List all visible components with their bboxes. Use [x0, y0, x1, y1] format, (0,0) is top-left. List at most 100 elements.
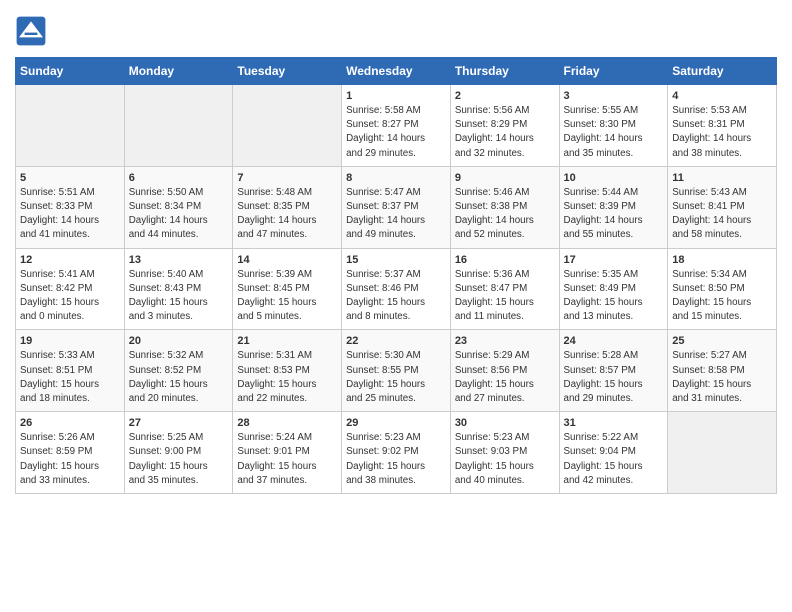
calendar-cell: 29 Sunrise: 5:23 AM Sunset: 9:02 PM Dayli…: [342, 412, 451, 494]
day-info: Sunrise: 5:41 AM Sunset: 8:42 PM Dayligh…: [20, 268, 120, 325]
calendar-cell: 19 Sunrise: 5:33 AM Sunset: 8:51 PM Dayli…: [16, 330, 125, 412]
calendar-week-row: 5 Sunrise: 5:51 AM Sunset: 8:33 PM Daylig…: [16, 166, 777, 248]
day-number: 7: [237, 172, 337, 184]
calendar-cell: [668, 412, 777, 494]
day-info: Sunrise: 5:37 AM Sunset: 8:46 PM Dayligh…: [346, 268, 446, 325]
calendar-cell: 1 Sunrise: 5:58 AM Sunset: 8:27 PM Daylig…: [342, 85, 451, 167]
calendar-cell: 18Sunrise: 5:34 AM Sunset: 8:50 PM Dayli…: [668, 248, 777, 330]
day-info: Sunrise: 5:44 AM Sunset: 8:39 PM Dayligh…: [564, 186, 664, 243]
day-info: Sunrise: 5:29 AM Sunset: 8:56 PM Dayligh…: [455, 349, 555, 406]
day-info: Sunrise: 5:32 AM Sunset: 8:52 PM Dayligh…: [129, 349, 229, 406]
calendar-cell: 2 Sunrise: 5:56 AM Sunset: 8:29 PM Daylig…: [450, 85, 559, 167]
calendar-cell: 10 Sunrise: 5:44 AM Sunset: 8:39 PM Dayli…: [559, 166, 668, 248]
day-number: 17: [564, 254, 664, 266]
day-of-week-header: Sunday: [16, 58, 125, 85]
day-number: 29: [346, 417, 446, 429]
calendar-cell: [233, 85, 342, 167]
day-number: 6: [129, 172, 229, 184]
day-number: 1: [346, 90, 446, 102]
day-info: Sunrise: 5:23 AM Sunset: 9:03 PM Dayligh…: [455, 431, 555, 488]
calendar-table: SundayMondayTuesdayWednesdayThursdayFrid…: [15, 57, 777, 494]
day-info: Sunrise: 5:31 AM Sunset: 8:53 PM Dayligh…: [237, 349, 337, 406]
day-of-week-header: Friday: [559, 58, 668, 85]
day-number: 19: [20, 335, 120, 347]
calendar-cell: 25 Sunrise: 5:27 AM Sunset: 8:58 PM Dayli…: [668, 330, 777, 412]
day-number: 27: [129, 417, 229, 429]
day-number: 2: [455, 90, 555, 102]
day-info: Sunrise: 5:35 AM Sunset: 8:49 PM Dayligh…: [564, 268, 664, 325]
page-header: [15, 15, 777, 47]
day-number: 20: [129, 335, 229, 347]
calendar-cell: 21Sunrise: 5:31 AM Sunset: 8:53 PM Dayli…: [233, 330, 342, 412]
day-number: 18: [672, 254, 772, 266]
calendar-cell: 6 Sunrise: 5:50 AM Sunset: 8:34 PM Daylig…: [124, 166, 233, 248]
day-of-week-header: Tuesday: [233, 58, 342, 85]
day-info: Sunrise: 5:26 AM Sunset: 8:59 PM Dayligh…: [20, 431, 120, 488]
calendar-cell: 14 Sunrise: 5:39 AM Sunset: 8:45 PM Dayli…: [233, 248, 342, 330]
day-number: 26: [20, 417, 120, 429]
day-info: Sunrise: 5:50 AM Sunset: 8:34 PM Dayligh…: [129, 186, 229, 243]
day-info: Sunrise: 5:47 AM Sunset: 8:37 PM Dayligh…: [346, 186, 446, 243]
calendar-cell: 16 Sunrise: 5:36 AM Sunset: 8:47 PM Dayli…: [450, 248, 559, 330]
day-number: 9: [455, 172, 555, 184]
day-info: Sunrise: 5:53 AM Sunset: 8:31 PM Dayligh…: [672, 104, 772, 161]
day-number: 28: [237, 417, 337, 429]
day-info: Sunrise: 5:33 AM Sunset: 8:51 PM Dayligh…: [20, 349, 120, 406]
calendar-cell: 30Sunrise: 5:23 AM Sunset: 9:03 PM Dayli…: [450, 412, 559, 494]
calendar-cell: 12 Sunrise: 5:41 AM Sunset: 8:42 PM Dayli…: [16, 248, 125, 330]
day-of-week-header: Wednesday: [342, 58, 451, 85]
day-number: 11: [672, 172, 772, 184]
calendar-week-row: 12 Sunrise: 5:41 AM Sunset: 8:42 PM Dayli…: [16, 248, 777, 330]
calendar-cell: 22 Sunrise: 5:30 AM Sunset: 8:55 PM Dayli…: [342, 330, 451, 412]
day-info: Sunrise: 5:39 AM Sunset: 8:45 PM Dayligh…: [237, 268, 337, 325]
day-number: 23: [455, 335, 555, 347]
day-number: 12: [20, 254, 120, 266]
day-info: Sunrise: 5:51 AM Sunset: 8:33 PM Dayligh…: [20, 186, 120, 243]
day-info: Sunrise: 5:27 AM Sunset: 8:58 PM Dayligh…: [672, 349, 772, 406]
calendar-cell: 8 Sunrise: 5:47 AM Sunset: 8:37 PM Daylig…: [342, 166, 451, 248]
day-number: 25: [672, 335, 772, 347]
calendar-cell: 4 Sunrise: 5:53 AM Sunset: 8:31 PM Daylig…: [668, 85, 777, 167]
day-info: Sunrise: 5:28 AM Sunset: 8:57 PM Dayligh…: [564, 349, 664, 406]
day-of-week-header: Thursday: [450, 58, 559, 85]
day-info: Sunrise: 5:22 AM Sunset: 9:04 PM Dayligh…: [564, 431, 664, 488]
day-info: Sunrise: 5:56 AM Sunset: 8:29 PM Dayligh…: [455, 104, 555, 161]
calendar-cell: 9 Sunrise: 5:46 AM Sunset: 8:38 PM Daylig…: [450, 166, 559, 248]
calendar-cell: 15 Sunrise: 5:37 AM Sunset: 8:46 PM Dayli…: [342, 248, 451, 330]
calendar-week-row: 26 Sunrise: 5:26 AM Sunset: 8:59 PM Dayli…: [16, 412, 777, 494]
calendar-cell: 11Sunrise: 5:43 AM Sunset: 8:41 PM Dayli…: [668, 166, 777, 248]
day-info: Sunrise: 5:58 AM Sunset: 8:27 PM Dayligh…: [346, 104, 446, 161]
day-of-week-header: Monday: [124, 58, 233, 85]
calendar-cell: 13 Sunrise: 5:40 AM Sunset: 8:43 PM Dayli…: [124, 248, 233, 330]
calendar-cell: 7Sunrise: 5:48 AM Sunset: 8:35 PM Daylig…: [233, 166, 342, 248]
day-info: Sunrise: 5:25 AM Sunset: 9:00 PM Dayligh…: [129, 431, 229, 488]
day-info: Sunrise: 5:23 AM Sunset: 9:02 PM Dayligh…: [346, 431, 446, 488]
calendar-cell: 24 Sunrise: 5:28 AM Sunset: 8:57 PM Dayli…: [559, 330, 668, 412]
logo-icon: [15, 15, 47, 47]
day-number: 22: [346, 335, 446, 347]
day-info: Sunrise: 5:40 AM Sunset: 8:43 PM Dayligh…: [129, 268, 229, 325]
day-info: Sunrise: 5:36 AM Sunset: 8:47 PM Dayligh…: [455, 268, 555, 325]
day-of-week-header: Saturday: [668, 58, 777, 85]
day-number: 10: [564, 172, 664, 184]
day-number: 8: [346, 172, 446, 184]
days-header-row: SundayMondayTuesdayWednesdayThursdayFrid…: [16, 58, 777, 85]
calendar-cell: [124, 85, 233, 167]
day-number: 24: [564, 335, 664, 347]
day-info: Sunrise: 5:30 AM Sunset: 8:55 PM Dayligh…: [346, 349, 446, 406]
day-number: 5: [20, 172, 120, 184]
day-info: Sunrise: 5:46 AM Sunset: 8:38 PM Dayligh…: [455, 186, 555, 243]
calendar-cell: 17 Sunrise: 5:35 AM Sunset: 8:49 PM Dayli…: [559, 248, 668, 330]
day-number: 4: [672, 90, 772, 102]
calendar-cell: 27 Sunrise: 5:25 AM Sunset: 9:00 PM Dayli…: [124, 412, 233, 494]
day-number: 13: [129, 254, 229, 266]
day-number: 31: [564, 417, 664, 429]
logo: [15, 15, 51, 47]
day-number: 16: [455, 254, 555, 266]
day-number: 14: [237, 254, 337, 266]
calendar-cell: 23 Sunrise: 5:29 AM Sunset: 8:56 PM Dayli…: [450, 330, 559, 412]
calendar-cell: 5 Sunrise: 5:51 AM Sunset: 8:33 PM Daylig…: [16, 166, 125, 248]
day-number: 15: [346, 254, 446, 266]
calendar-week-row: 19 Sunrise: 5:33 AM Sunset: 8:51 PM Dayli…: [16, 330, 777, 412]
day-info: Sunrise: 5:55 AM Sunset: 8:30 PM Dayligh…: [564, 104, 664, 161]
